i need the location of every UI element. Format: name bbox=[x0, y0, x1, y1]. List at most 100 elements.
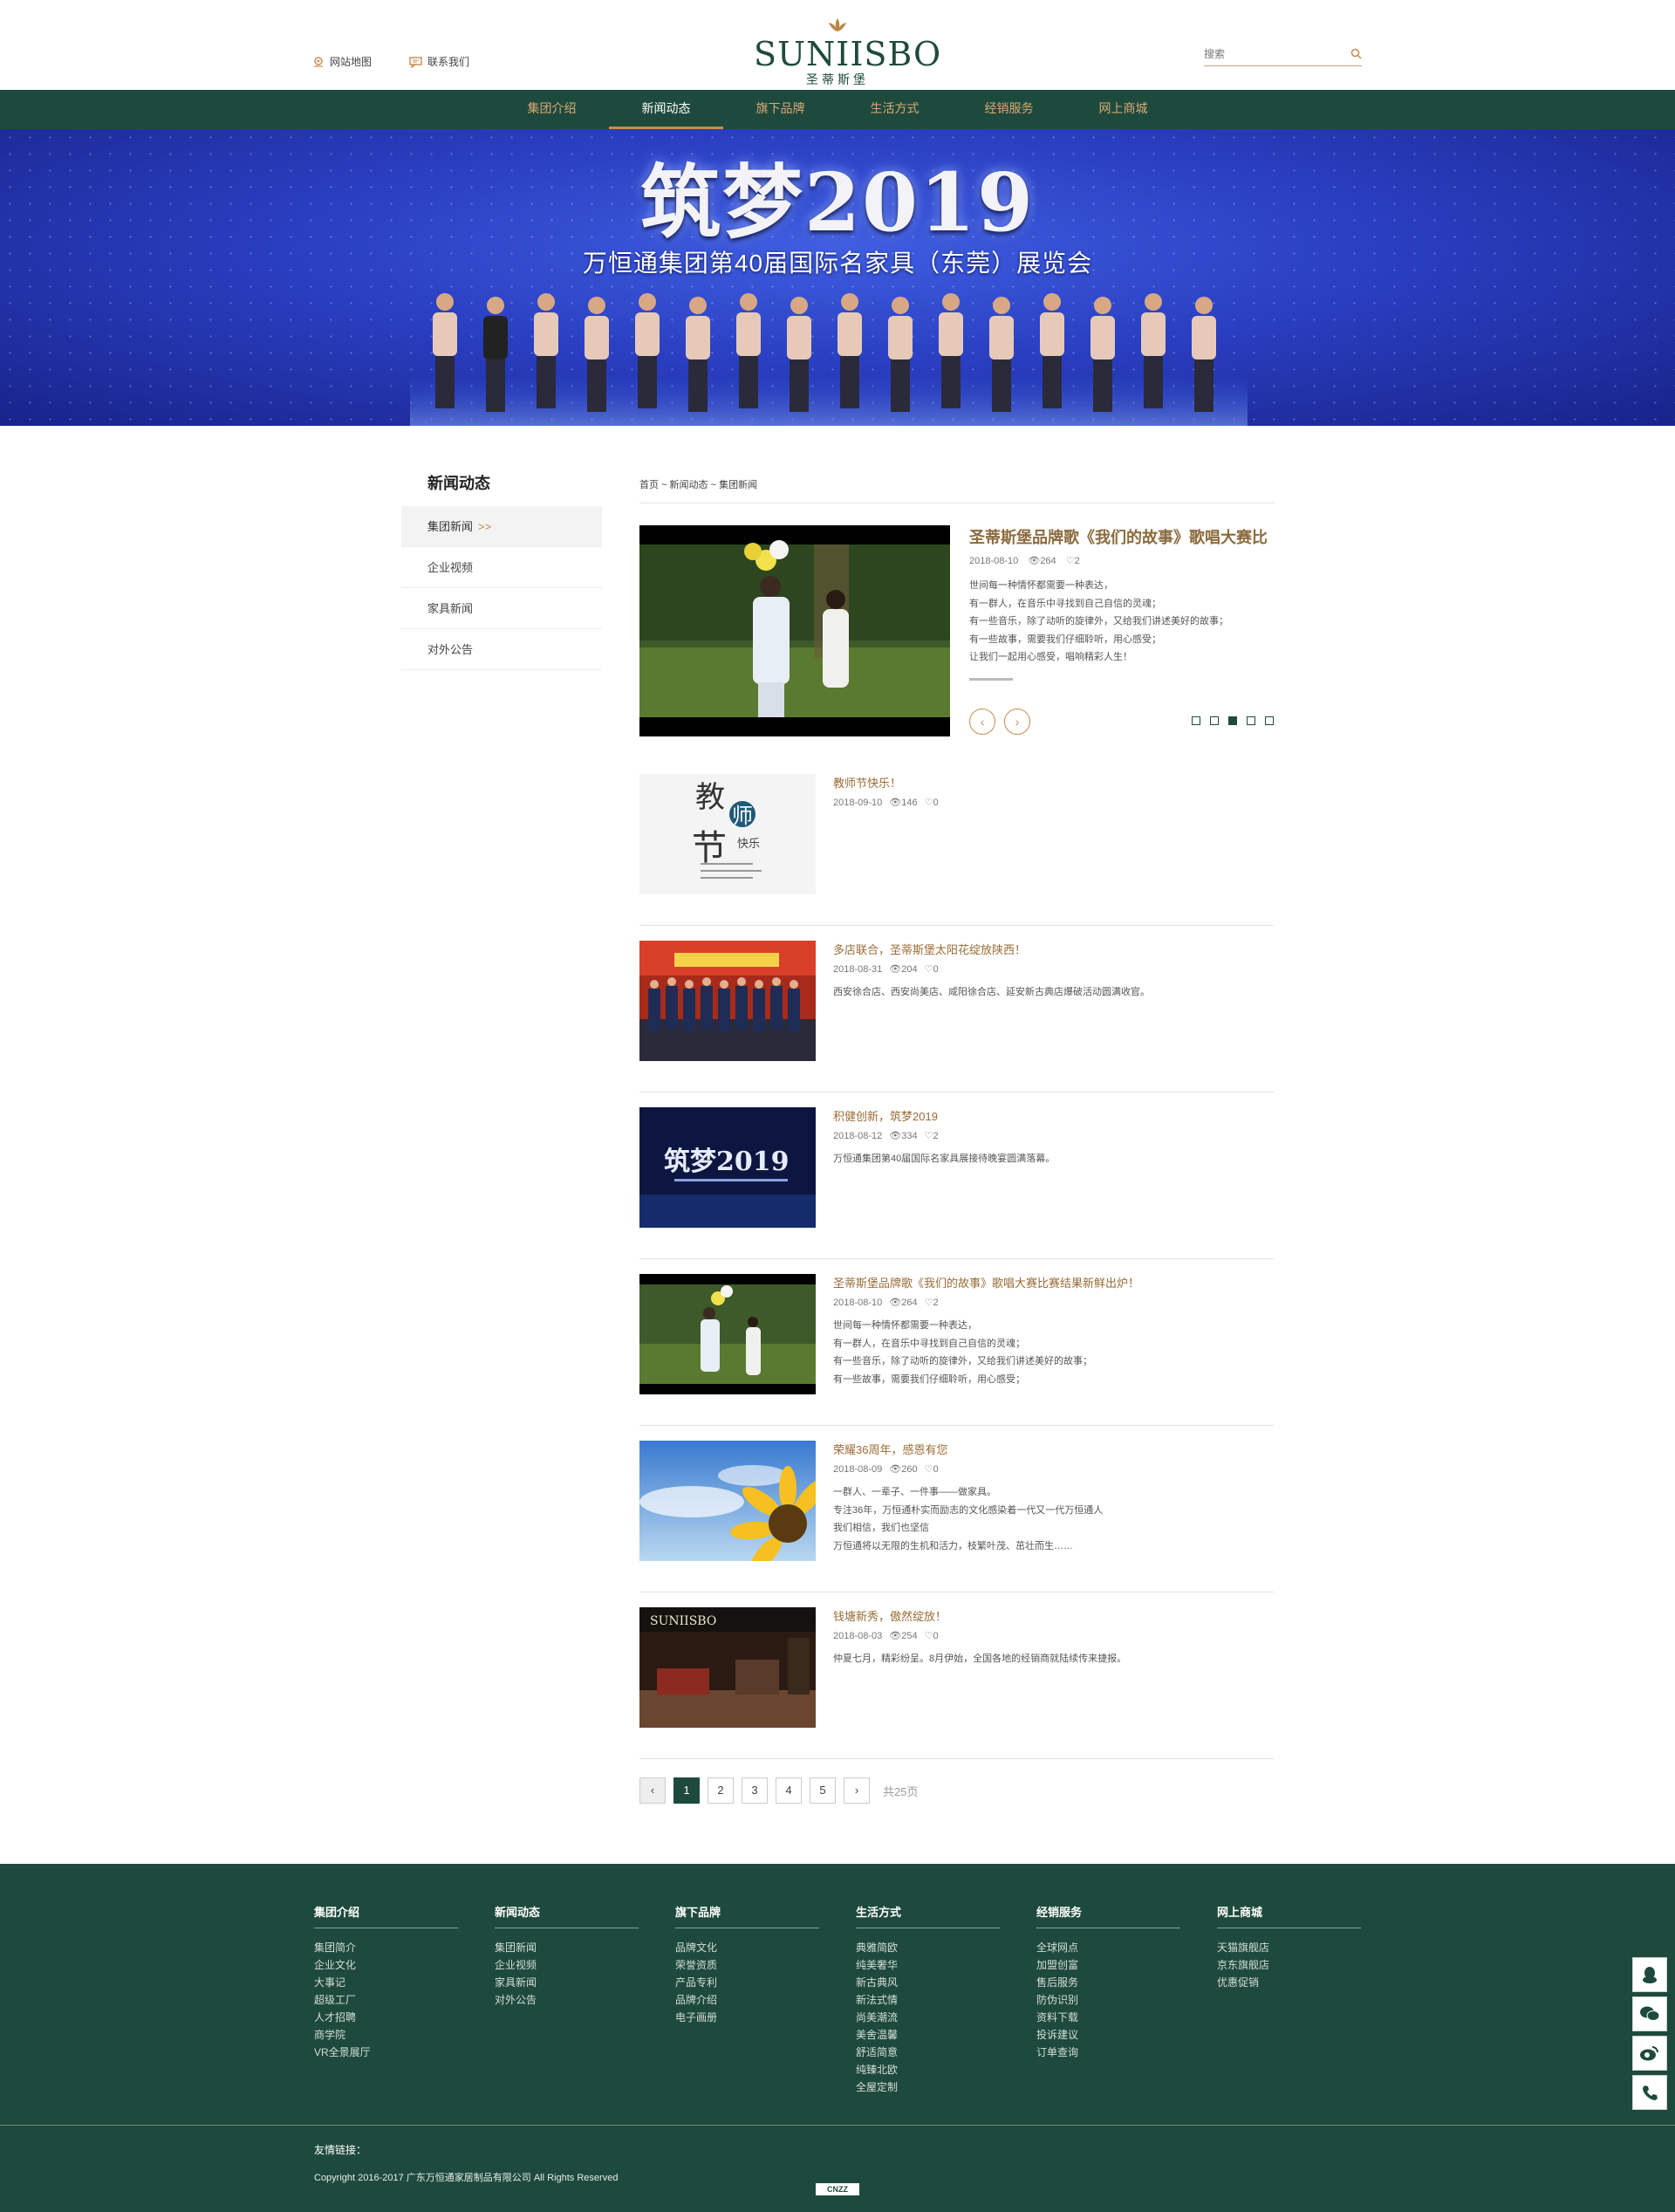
news-title[interactable]: 钱塘新秀，傲然绽放！ bbox=[833, 1607, 947, 1624]
featured-news-image[interactable] bbox=[639, 525, 950, 736]
footer-link[interactable]: 售后服务 bbox=[1036, 1974, 1180, 1991]
footer-link[interactable]: 京东旗舰店 bbox=[1217, 1956, 1361, 1974]
footer-link[interactable]: 商学院 bbox=[314, 2026, 458, 2044]
footer-link[interactable]: 加盟创富 bbox=[1036, 1956, 1180, 1974]
news-title[interactable]: 积健创新，筑梦2019 bbox=[833, 1107, 938, 1124]
footer-column-title[interactable]: 集团介绍 bbox=[314, 1903, 458, 1928]
footer-link[interactable]: 超级工厂 bbox=[314, 1991, 458, 2009]
news-thumbnail[interactable] bbox=[639, 1274, 816, 1394]
footer-link[interactable]: 舒适简意 bbox=[856, 2044, 1000, 2061]
footer-link[interactable]: 品牌文化 bbox=[675, 1939, 819, 1956]
news-meta: 2018-08-31 👁204 ♡0 bbox=[833, 963, 939, 975]
news-thumbnail[interactable]: SUNIISBO bbox=[639, 1607, 816, 1728]
nav-item-news[interactable]: 新闻动态 bbox=[609, 90, 723, 129]
footer-link[interactable]: 新古典风 bbox=[856, 1974, 1000, 1991]
wechat-button[interactable] bbox=[1632, 1996, 1667, 2031]
pager-prev-button[interactable]: ‹ bbox=[639, 1777, 666, 1804]
news-title[interactable]: 圣蒂斯堡品牌歌《我们的故事》歌唱大赛比赛结果新鲜出炉！ bbox=[833, 1274, 1139, 1291]
nav-item-group[interactable]: 集团介绍 bbox=[495, 90, 609, 129]
footer-link[interactable]: 纯臻北欧 bbox=[856, 2061, 1000, 2078]
footer-link[interactable]: 尚美潮流 bbox=[856, 2009, 1000, 2026]
news-meta: 2018-09-10 👁146 ♡0 bbox=[833, 797, 939, 808]
footer-column-title[interactable]: 旗下品牌 bbox=[675, 1903, 819, 1928]
nav-item-brands[interactable]: 旗下品牌 bbox=[723, 90, 838, 129]
footer-link[interactable]: 电子画册 bbox=[675, 2009, 819, 2026]
news-title[interactable]: 荣耀36周年，感恩有您 bbox=[833, 1441, 947, 1457]
slider-next-button[interactable]: › bbox=[1004, 709, 1030, 735]
heart-icon: ♡ bbox=[924, 964, 933, 975]
slider-dot[interactable] bbox=[1265, 716, 1274, 725]
footer-link[interactable]: 集团新闻 bbox=[495, 1939, 639, 1956]
news-summary: 万恒通集团第40届国际名家具展接待晚宴圆满落幕。 bbox=[833, 1150, 1055, 1168]
breadcrumb[interactable]: 首页 ~ 新闻动态 ~ 集团新闻 bbox=[639, 476, 1274, 503]
news-thumbnail[interactable]: 教 师 节 快乐 bbox=[639, 774, 816, 894]
footer-link[interactable]: 产品专利 bbox=[675, 1974, 819, 1991]
footer-link[interactable]: 订单查询 bbox=[1036, 2044, 1180, 2061]
pager-page-3[interactable]: 3 bbox=[742, 1777, 768, 1804]
footer-link[interactable]: 全屋定制 bbox=[856, 2078, 1000, 2096]
featured-news-title[interactable]: 圣蒂斯堡品牌歌《我们的故事》歌唱大赛比 bbox=[969, 525, 1268, 548]
slider-prev-button[interactable]: ‹ bbox=[969, 709, 995, 735]
pager-next-button[interactable]: › bbox=[844, 1777, 870, 1804]
footer-link[interactable]: 企业文化 bbox=[314, 1956, 458, 1974]
contact-link[interactable]: 联系我们 bbox=[409, 54, 469, 69]
footer-link[interactable]: 品牌介绍 bbox=[675, 1991, 819, 2009]
footer-link[interactable]: 家具新闻 bbox=[495, 1974, 639, 1991]
news-title[interactable]: 教师节快乐！ bbox=[833, 774, 901, 791]
footer-link[interactable]: 集团简介 bbox=[314, 1939, 458, 1956]
news-thumbnail[interactable]: 筑梦2019 bbox=[639, 1107, 816, 1228]
eye-icon: 👁 bbox=[889, 798, 902, 808]
sidebar-item-announcements[interactable]: 对外公告 bbox=[401, 629, 602, 670]
sidebar-item-label: 对外公告 bbox=[427, 643, 474, 656]
footer-link[interactable]: 全球网点 bbox=[1036, 1939, 1180, 1956]
qq-button[interactable] bbox=[1632, 1957, 1667, 1992]
footer-link[interactable]: 天猫旗舰店 bbox=[1217, 1939, 1361, 1956]
slider-dot-active[interactable] bbox=[1228, 716, 1237, 725]
nav-item-shop[interactable]: 网上商城 bbox=[1066, 90, 1180, 129]
pager-page-1[interactable]: 1 bbox=[673, 1777, 700, 1804]
footer-column-title[interactable]: 经销服务 bbox=[1036, 1903, 1180, 1928]
news-summary: 世间每一种情怀都需要一种表达， 有一群人，在音乐中寻找到自己自信的灵魂； 有一些… bbox=[833, 1317, 1092, 1388]
footer-link[interactable]: 投诉建议 bbox=[1036, 2026, 1180, 2044]
footer-link[interactable]: 企业视频 bbox=[495, 1956, 639, 1974]
footer-link[interactable]: 防伪识别 bbox=[1036, 1991, 1180, 2009]
featured-news-summary: 世间每一种情怀都需要一种表达， 有一群人，在音乐中寻找到自己自信的灵魂； 有一些… bbox=[969, 577, 1228, 667]
sidebar-item-furniture-news[interactable]: 家具新闻 bbox=[401, 588, 602, 629]
footer-link[interactable]: 对外公告 bbox=[495, 1991, 639, 2009]
sidebar-item-group-news[interactable]: 集团新闻 >> bbox=[401, 506, 602, 547]
sitemap-link[interactable]: 网站地图 bbox=[312, 54, 372, 69]
footer-column-dealer: 经销服务 全球网点 加盟创富 售后服务 防伪识别 资料下载 投诉建议 订单查询 bbox=[1036, 1903, 1180, 2061]
search-input[interactable] bbox=[1204, 44, 1335, 65]
search-icon[interactable] bbox=[1350, 48, 1362, 59]
footer-link[interactable]: 美舍温馨 bbox=[856, 2026, 1000, 2044]
brand-logo[interactable]: SUNIISBO 圣蒂斯堡 bbox=[754, 17, 940, 88]
cnzz-badge[interactable]: CNZZ bbox=[816, 2183, 859, 2195]
slider-dot[interactable] bbox=[1192, 716, 1200, 725]
pager-page-5[interactable]: 5 bbox=[810, 1777, 836, 1804]
nav-item-dealer[interactable]: 经销服务 bbox=[952, 90, 1066, 129]
footer-link[interactable]: 纯美奢华 bbox=[856, 1956, 1000, 1974]
footer-link[interactable]: VR全景展厅 bbox=[314, 2044, 458, 2061]
footer-column-title[interactable]: 生活方式 bbox=[856, 1903, 1000, 1928]
footer-link[interactable]: 大事记 bbox=[314, 1974, 458, 1991]
pager-page-4[interactable]: 4 bbox=[776, 1777, 802, 1804]
phone-button[interactable] bbox=[1632, 2075, 1667, 2110]
footer-link[interactable]: 优惠促销 bbox=[1217, 1974, 1361, 1991]
main-content: 首页 ~ 新闻动态 ~ 集团新闻 圣蒂斯堡品牌歌《我们的故事》歌唱大赛比 201… bbox=[639, 476, 1274, 1804]
news-title[interactable]: 多店联合，圣蒂斯堡太阳花绽放陕西！ bbox=[833, 941, 1026, 957]
sidebar-item-videos[interactable]: 企业视频 bbox=[401, 547, 602, 588]
pager-page-2[interactable]: 2 bbox=[708, 1777, 734, 1804]
nav-item-lifestyle[interactable]: 生活方式 bbox=[838, 90, 952, 129]
news-thumbnail[interactable] bbox=[639, 941, 816, 1061]
footer-column-title[interactable]: 网上商城 bbox=[1217, 1903, 1361, 1928]
footer-link[interactable]: 典雅简欧 bbox=[856, 1939, 1000, 1956]
footer-link[interactable]: 人才招聘 bbox=[314, 2009, 458, 2026]
slider-dot[interactable] bbox=[1247, 716, 1255, 725]
footer-column-title[interactable]: 新闻动态 bbox=[495, 1903, 639, 1928]
footer-link[interactable]: 荣誉资质 bbox=[675, 1956, 819, 1974]
footer-link[interactable]: 新法式情 bbox=[856, 1991, 1000, 2009]
slider-dot[interactable] bbox=[1210, 716, 1219, 725]
weibo-button[interactable] bbox=[1632, 2036, 1667, 2071]
footer-link[interactable]: 资料下载 bbox=[1036, 2009, 1180, 2026]
news-thumbnail[interactable] bbox=[639, 1441, 816, 1561]
